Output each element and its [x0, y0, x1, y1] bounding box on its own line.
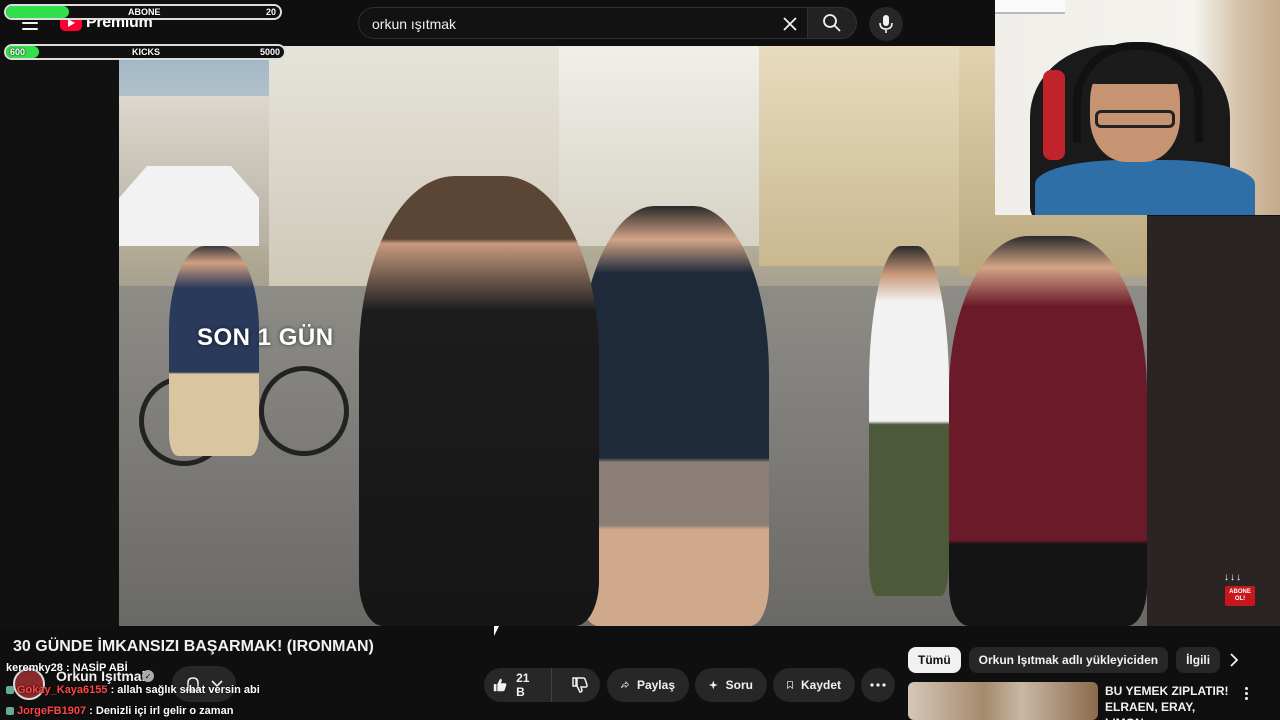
verified-check-icon: ✓ [142, 670, 154, 682]
dislike-button[interactable] [560, 668, 600, 702]
voice-search-button[interactable] [869, 7, 903, 41]
like-dislike-group: 21 B [484, 668, 600, 702]
kicks-goal-max: 5000 [259, 47, 280, 57]
search-icon [823, 14, 841, 32]
menu-line [22, 22, 38, 24]
chat-badge-icon [6, 707, 14, 716]
side-dark-panel [1147, 216, 1280, 626]
video-title: 30 GÜNDE İMKANSIZI BAŞARMAK! (IRONMAN) [13, 638, 374, 655]
chair-accent [1043, 70, 1065, 160]
sparkle-icon [709, 680, 718, 690]
chat-message: JorgeFB1907 : Denizli içi irl gelir o za… [6, 705, 233, 717]
chat-separator: : [107, 684, 118, 696]
down-arrows-icon: ↓↓↓ [1224, 572, 1242, 583]
person [869, 246, 949, 596]
recommended-video-title[interactable]: BU YEMEK ZIPLATIR! ELRAEN, ERAY, LIMON,.… [1105, 683, 1235, 720]
share-icon [621, 681, 629, 689]
menu-line [22, 28, 38, 30]
chat-text: NASİP ABİ [72, 662, 128, 674]
person [579, 206, 769, 626]
share-label: Paylaş [636, 678, 675, 692]
chat-username: JorgeFB1907 [17, 705, 87, 717]
chat-text: allah sağlık sıhat versin abi [117, 684, 260, 696]
glasses [1095, 110, 1175, 128]
like-count: 21 B [516, 671, 530, 699]
search-input[interactable]: orkun ışıtmak [358, 7, 808, 39]
chat-username: Gokay_Kaya6155 [17, 684, 108, 696]
chevron-right-icon [1230, 653, 1239, 667]
subscriber-goal-fill [6, 6, 70, 18]
ask-label: Soru [725, 678, 753, 692]
chat-message: Gokay_Kaya6155 : allah sağlık sıhat vers… [6, 684, 260, 696]
menu-dot [1244, 691, 1248, 695]
person [949, 236, 1147, 626]
recommended-video-thumbnail[interactable] [908, 682, 1098, 720]
subscriber-goal-bar: ABONE 20 [4, 4, 282, 20]
search-button[interactable] [807, 7, 857, 39]
chip-from-uploader[interactable]: Orkun Işıtmak adlı yükleyiciden [968, 647, 1169, 673]
badge-line: OL! [1234, 596, 1246, 602]
more-actions-button[interactable] [861, 668, 895, 702]
ask-button[interactable]: Soru [695, 668, 767, 702]
save-button[interactable]: Kaydet [773, 668, 855, 702]
bookmark-icon [787, 681, 793, 690]
related-filter-chips: Tümü Orkun Işıtmak adlı yükleyiciden İlg… [908, 647, 1221, 675]
subscribe-badge: ABONE OL! [1225, 586, 1255, 606]
menu-dot [1244, 696, 1248, 700]
mouse-cursor-icon [494, 626, 499, 636]
kicks-goal-current: 600 [10, 47, 26, 57]
video-frame[interactable]: SON 1 GÜN [119, 46, 1147, 626]
badge-line: ABONE [1229, 589, 1251, 595]
thumbs-up-icon [493, 678, 507, 692]
chip-all[interactable]: Tümü [908, 647, 961, 673]
share-button[interactable]: Paylaş [607, 668, 689, 702]
chips-next-button[interactable] [1222, 648, 1246, 672]
video-caption: SON 1 GÜN [197, 324, 334, 351]
bicycle-wheel [259, 366, 349, 456]
like-button[interactable]: 21 B [484, 668, 552, 702]
white-tent [119, 166, 259, 246]
chat-text: Denizli içi irl gelir o zaman [95, 705, 234, 717]
chat-separator: : [62, 662, 73, 674]
person [359, 176, 599, 626]
chat-badge-icon [6, 686, 14, 695]
menu-dot [1244, 686, 1248, 690]
chat-message: keremky28 : NASİP ABİ [6, 662, 128, 674]
search-query[interactable]: orkun ışıtmak [372, 16, 456, 32]
chip-related[interactable]: İlgili [1176, 647, 1221, 673]
thumbs-down-icon [572, 677, 588, 693]
chat-separator: : [86, 705, 96, 717]
microphone-icon [879, 15, 893, 33]
streamer-shirt [1035, 160, 1255, 215]
kicks-goal-bar: 600 KICKS 5000 [4, 44, 286, 60]
recommended-video-menu-button[interactable] [1238, 684, 1254, 702]
clear-search-icon[interactable] [780, 14, 800, 34]
webcam-overlay [995, 0, 1280, 215]
save-label: Kaydet [800, 678, 841, 692]
air-conditioner [995, 0, 1065, 14]
subscriber-goal-value: 20 [265, 7, 276, 17]
subscriber-goal-label: ABONE [128, 7, 161, 17]
kicks-goal-label: KICKS [132, 47, 161, 57]
building [759, 46, 959, 266]
more-horizontal-icon [870, 683, 886, 687]
chat-username: keremky28 [6, 662, 63, 674]
